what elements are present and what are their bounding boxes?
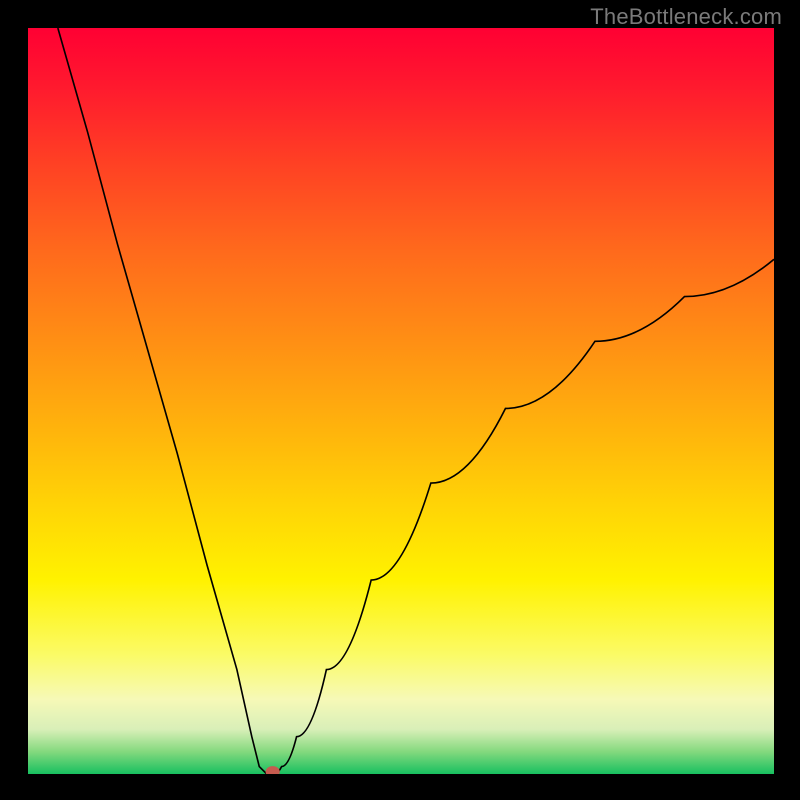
bottleneck-curve bbox=[58, 28, 774, 774]
chart-svg bbox=[28, 28, 774, 774]
watermark-text: TheBottleneck.com bbox=[590, 4, 782, 30]
chart-container: TheBottleneck.com bbox=[0, 0, 800, 800]
chart-plot-area bbox=[28, 28, 774, 774]
notch-marker bbox=[266, 766, 280, 774]
